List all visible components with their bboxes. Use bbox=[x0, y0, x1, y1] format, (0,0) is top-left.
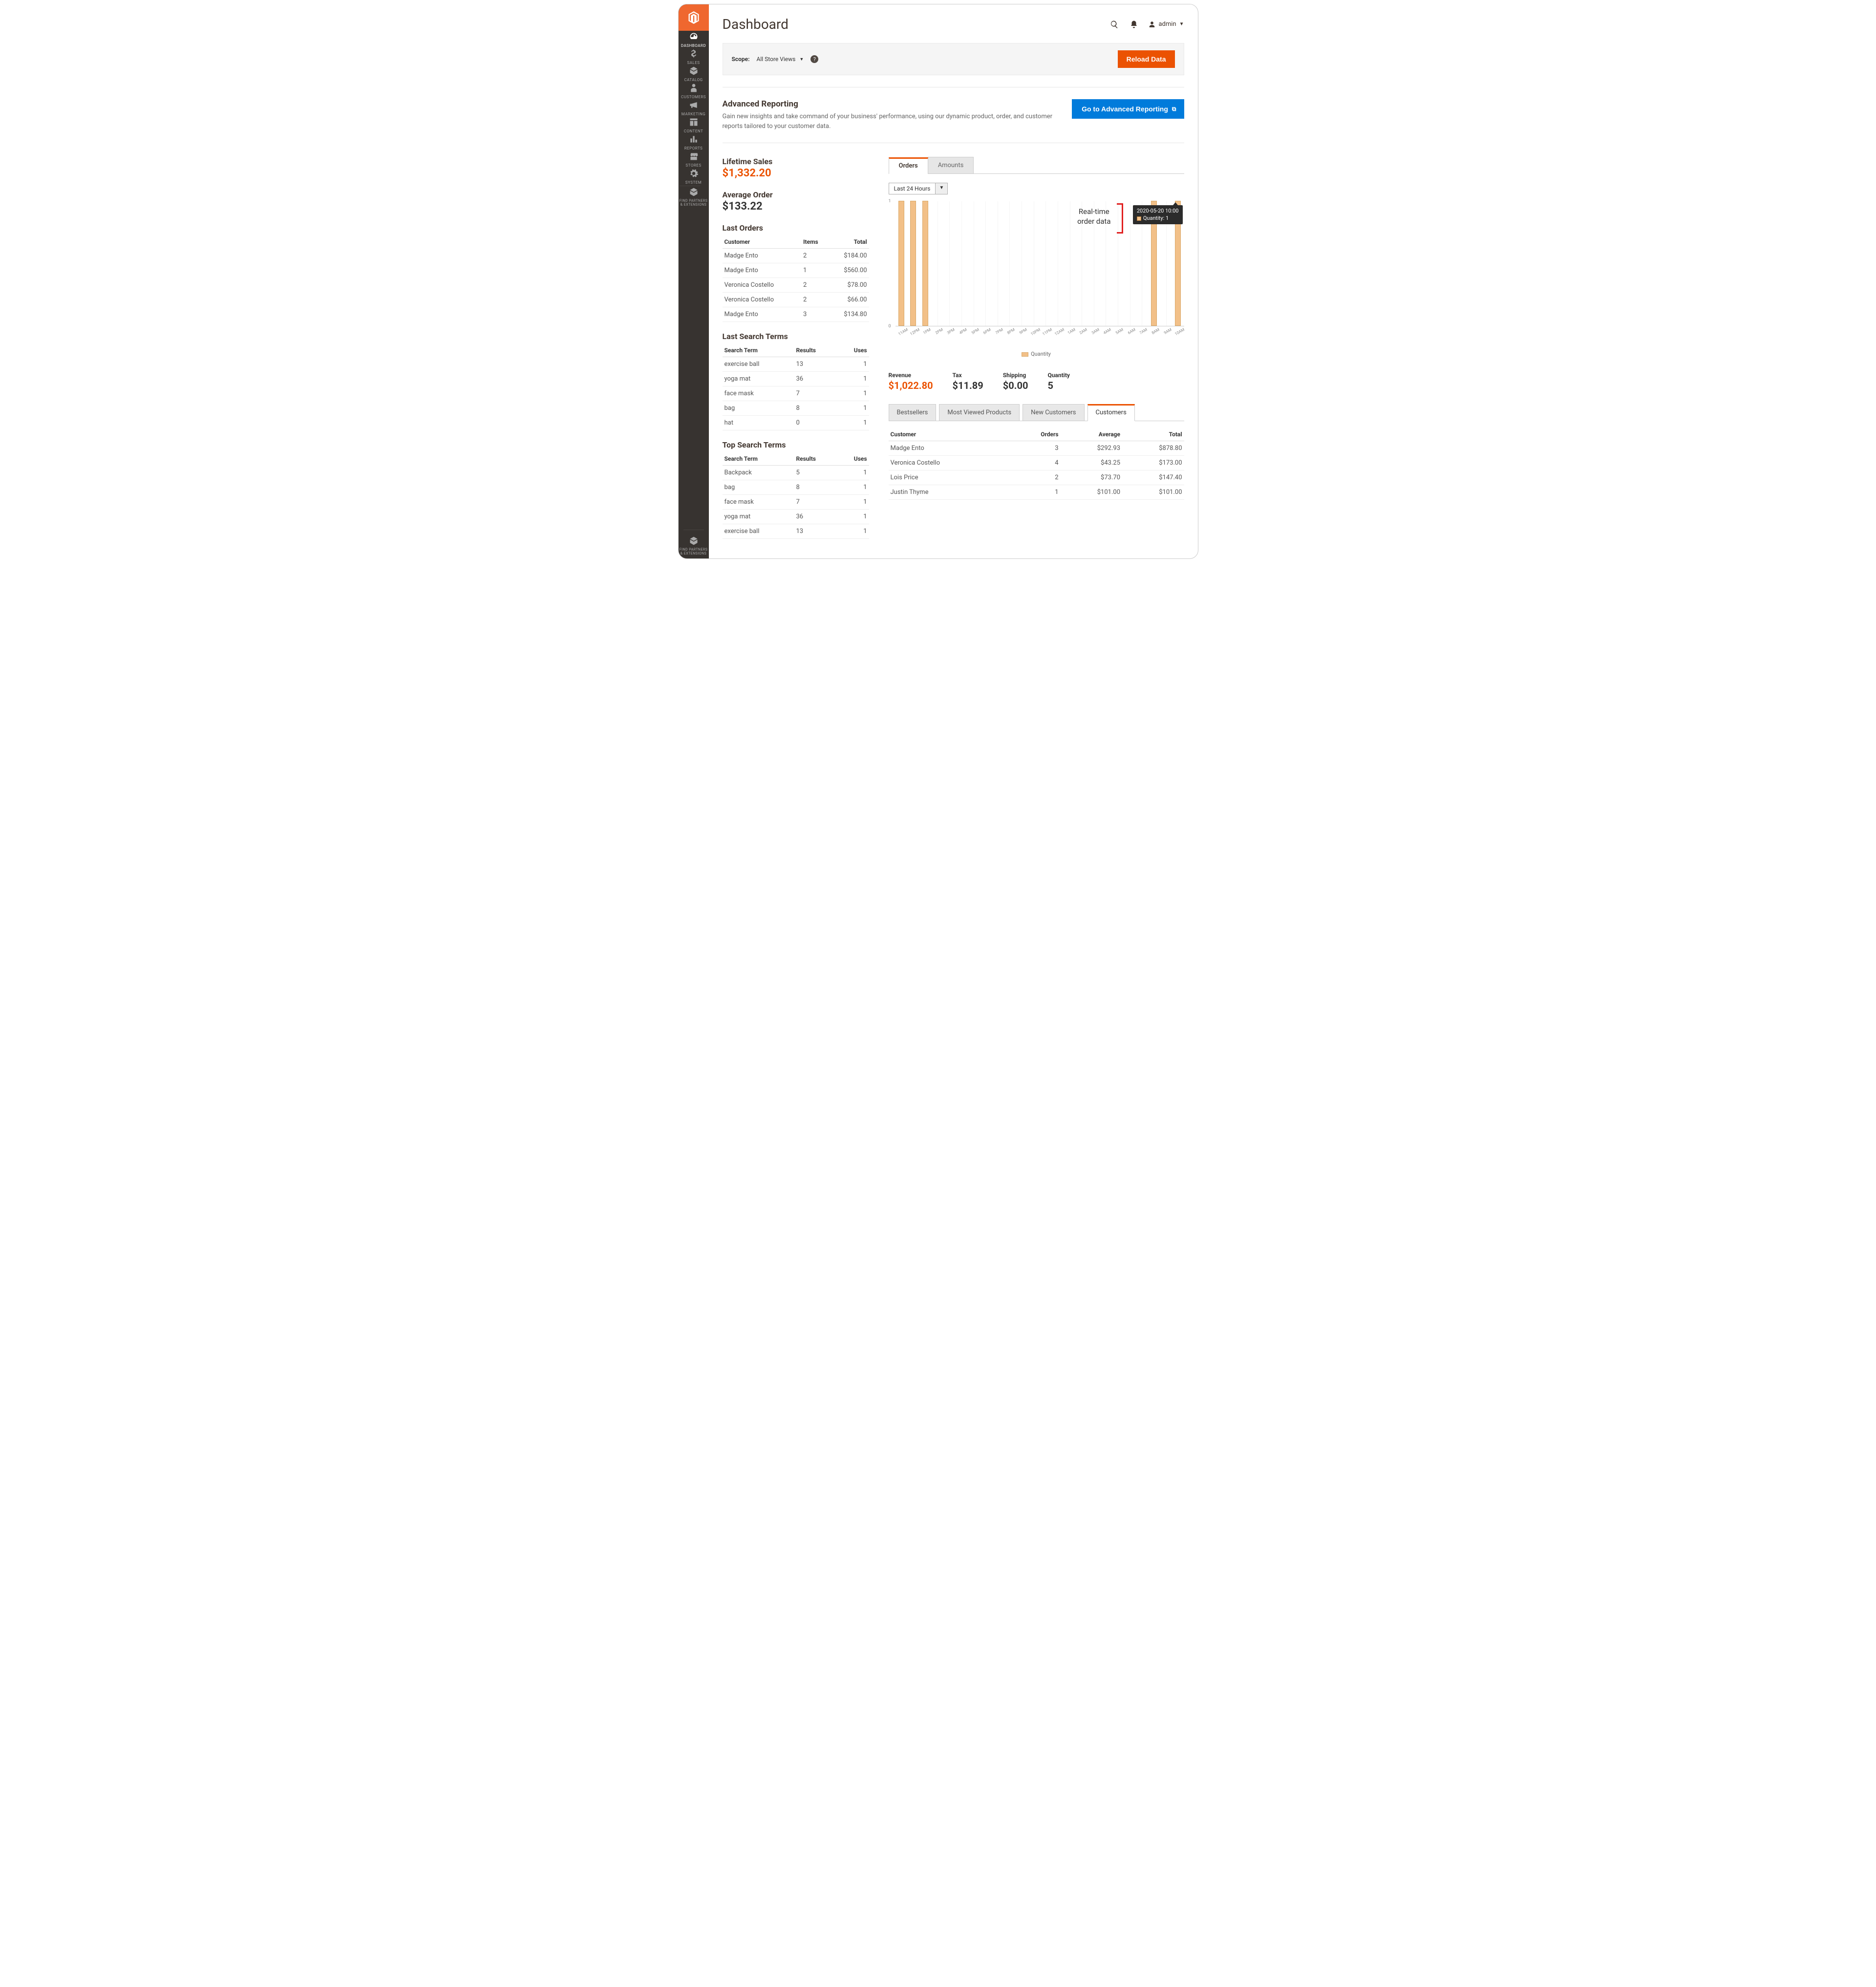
nav-find-partners[interactable]: FIND PARTNERS & EXTENSIONS bbox=[680, 187, 708, 207]
tab-bestsellers[interactable]: Bestsellers bbox=[889, 404, 937, 421]
table-row[interactable]: exercise ball131 bbox=[723, 524, 869, 539]
last-search-table: Search Term Results Uses exercise ball13… bbox=[723, 344, 869, 430]
table-row[interactable]: Madge Ento2$184.00 bbox=[723, 249, 869, 263]
cube-icon bbox=[680, 187, 708, 197]
table-row[interactable]: Backpack51 bbox=[723, 466, 869, 480]
bar-1PM[interactable] bbox=[922, 201, 928, 326]
page-title: Dashboard bbox=[723, 16, 789, 32]
search-icon[interactable] bbox=[1109, 20, 1119, 29]
cube-icon bbox=[680, 66, 708, 76]
gear-icon bbox=[680, 169, 708, 178]
person-icon bbox=[680, 83, 708, 93]
table-row[interactable]: Madge Ento1$560.00 bbox=[723, 263, 869, 278]
top-search-heading: Top Search Terms bbox=[723, 440, 869, 449]
chart-tabs: Orders Amounts bbox=[889, 157, 1184, 174]
tab-orders[interactable]: Orders bbox=[889, 157, 928, 174]
tab-customers[interactable]: Customers bbox=[1087, 404, 1135, 421]
layout-icon bbox=[680, 117, 708, 127]
bar-11AM[interactable] bbox=[898, 201, 904, 326]
table-row[interactable]: face mask71 bbox=[723, 386, 869, 401]
annotation-text: Real-time order data bbox=[1077, 207, 1110, 226]
table-row[interactable]: Veronica Costello2$78.00 bbox=[723, 278, 869, 293]
header-actions: admin ▼ bbox=[1109, 20, 1184, 29]
period-select[interactable]: Last 24 Hours ▼ bbox=[889, 183, 948, 194]
tab-amounts[interactable]: Amounts bbox=[928, 157, 974, 173]
lifetime-sales: Lifetime Sales $1,332.20 bbox=[723, 157, 869, 179]
barchart-icon bbox=[680, 134, 708, 144]
table-row[interactable]: yoga mat361 bbox=[723, 510, 869, 524]
megaphone-icon bbox=[680, 100, 708, 110]
caret-down-icon: ▼ bbox=[935, 183, 947, 194]
storefront-icon bbox=[680, 151, 708, 161]
admin-dropdown[interactable]: admin ▼ bbox=[1149, 21, 1184, 28]
summary-shipping: Shipping$0.00 bbox=[1003, 372, 1028, 391]
bell-icon[interactable] bbox=[1129, 20, 1139, 29]
table-row[interactable]: hat01 bbox=[723, 416, 869, 430]
scope-bar: Scope: All Store Views ▼ ? Reload Data bbox=[723, 43, 1184, 75]
summary-row: Revenue$1,022.80 Tax$11.89 Shipping$0.00 Qu… bbox=[889, 372, 1184, 391]
reload-data-button[interactable]: Reload Data bbox=[1118, 50, 1175, 68]
header: Dashboard admin ▼ bbox=[723, 16, 1184, 32]
summary-quantity: Quantity5 bbox=[1047, 372, 1069, 391]
nav-stores[interactable]: STORES bbox=[680, 151, 708, 168]
nav-find-partners-bottom[interactable]: FIND PARTNERS & EXTENSIONS bbox=[679, 531, 709, 558]
table-row[interactable]: Madge Ento3$134.80 bbox=[723, 307, 869, 322]
table-row[interactable]: Justin Thyme1$101.00$101.00 bbox=[889, 485, 1184, 500]
logo[interactable] bbox=[679, 4, 709, 31]
right-column: Orders Amounts Last 24 Hours ▼ 1 0 bbox=[889, 157, 1184, 500]
annotation-bracket bbox=[1113, 203, 1123, 234]
last-orders-table: Customer Items Total Madge Ento2$184.00M… bbox=[723, 235, 869, 322]
table-row[interactable]: Lois Price2$73.70$147.40 bbox=[889, 470, 1184, 485]
nav-customers[interactable]: CUSTOMERS bbox=[680, 83, 708, 99]
scope-label: Scope: bbox=[732, 56, 750, 63]
top-search-table: Search Term Results Uses Backpack51bag81… bbox=[723, 452, 869, 539]
nav-content[interactable]: CONTENT bbox=[680, 117, 708, 133]
dollar-icon bbox=[680, 49, 708, 59]
table-row[interactable]: Veronica Costello4$43.25$173.00 bbox=[889, 456, 1184, 470]
go-to-advanced-reporting-button[interactable]: Go to Advanced Reporting ⧉ bbox=[1072, 99, 1184, 119]
cube-icon bbox=[679, 536, 709, 546]
chart-legend: Quantity bbox=[889, 351, 1184, 357]
table-row[interactable]: exercise ball131 bbox=[723, 357, 869, 372]
table-row[interactable]: Veronica Costello2$66.00 bbox=[723, 293, 869, 307]
lower-tabs: BestsellersMost Viewed ProductsNew Custo… bbox=[889, 404, 1184, 421]
table-row[interactable]: face mask71 bbox=[723, 495, 869, 510]
table-row[interactable]: bag81 bbox=[723, 480, 869, 495]
user-icon bbox=[1149, 21, 1155, 28]
nav-reports[interactable]: REPORTS bbox=[680, 134, 708, 150]
help-icon[interactable]: ? bbox=[810, 55, 818, 63]
sidebar: DASHBOARDSALESCATALOGCUSTOMERSMARKETINGC… bbox=[679, 4, 709, 558]
left-column: Lifetime Sales $1,332.20 Average Order $… bbox=[723, 157, 869, 539]
caret-down-icon: ▼ bbox=[799, 57, 804, 62]
store-switcher[interactable]: All Store Views ▼ bbox=[757, 56, 804, 63]
nav-sales[interactable]: SALES bbox=[680, 49, 708, 65]
table-row[interactable]: yoga mat361 bbox=[723, 372, 869, 386]
customers-table: Customer Orders Average Total Madge Ento… bbox=[889, 428, 1184, 500]
magento-icon bbox=[687, 11, 701, 24]
nav-marketing[interactable]: MARKETING bbox=[680, 100, 708, 116]
chart-area: 1 0 11AM12PM1PM2PM3PM4PM5PM6PM7PM8PM9PM1… bbox=[889, 201, 1184, 357]
average-order: Average Order $133.22 bbox=[723, 190, 869, 213]
nav-system[interactable]: SYSTEM bbox=[680, 169, 708, 185]
chart-tooltip: 2020-05-20 10:00 Quantity: 1 bbox=[1133, 205, 1183, 224]
advanced-reporting-desc: Gain new insights and take command of yo… bbox=[723, 112, 1053, 131]
table-row[interactable]: bag81 bbox=[723, 401, 869, 416]
advanced-reporting: Advanced Reporting Gain new insights and… bbox=[723, 99, 1184, 143]
last-search-heading: Last Search Terms bbox=[723, 332, 869, 341]
tab-most-viewed-products[interactable]: Most Viewed Products bbox=[939, 404, 1020, 421]
tab-new-customers[interactable]: New Customers bbox=[1023, 404, 1084, 421]
gauge-icon bbox=[680, 32, 708, 42]
bar-12PM[interactable] bbox=[910, 201, 916, 326]
caret-down-icon: ▼ bbox=[1179, 21, 1184, 27]
summary-revenue: Revenue$1,022.80 bbox=[889, 372, 933, 391]
advanced-reporting-heading: Advanced Reporting bbox=[723, 99, 1053, 109]
last-orders-heading: Last Orders bbox=[723, 223, 869, 233]
nav-catalog[interactable]: CATALOG bbox=[680, 66, 708, 82]
period-row: Last 24 Hours ▼ bbox=[889, 183, 1184, 194]
external-link-icon: ⧉ bbox=[1172, 106, 1176, 113]
nav-dashboard[interactable]: DASHBOARD bbox=[680, 32, 708, 48]
table-row[interactable]: Madge Ento3$292.93$878.80 bbox=[889, 441, 1184, 456]
summary-tax: Tax$11.89 bbox=[953, 372, 983, 391]
main: Dashboard admin ▼ Scope: All Store Views… bbox=[709, 4, 1198, 558]
